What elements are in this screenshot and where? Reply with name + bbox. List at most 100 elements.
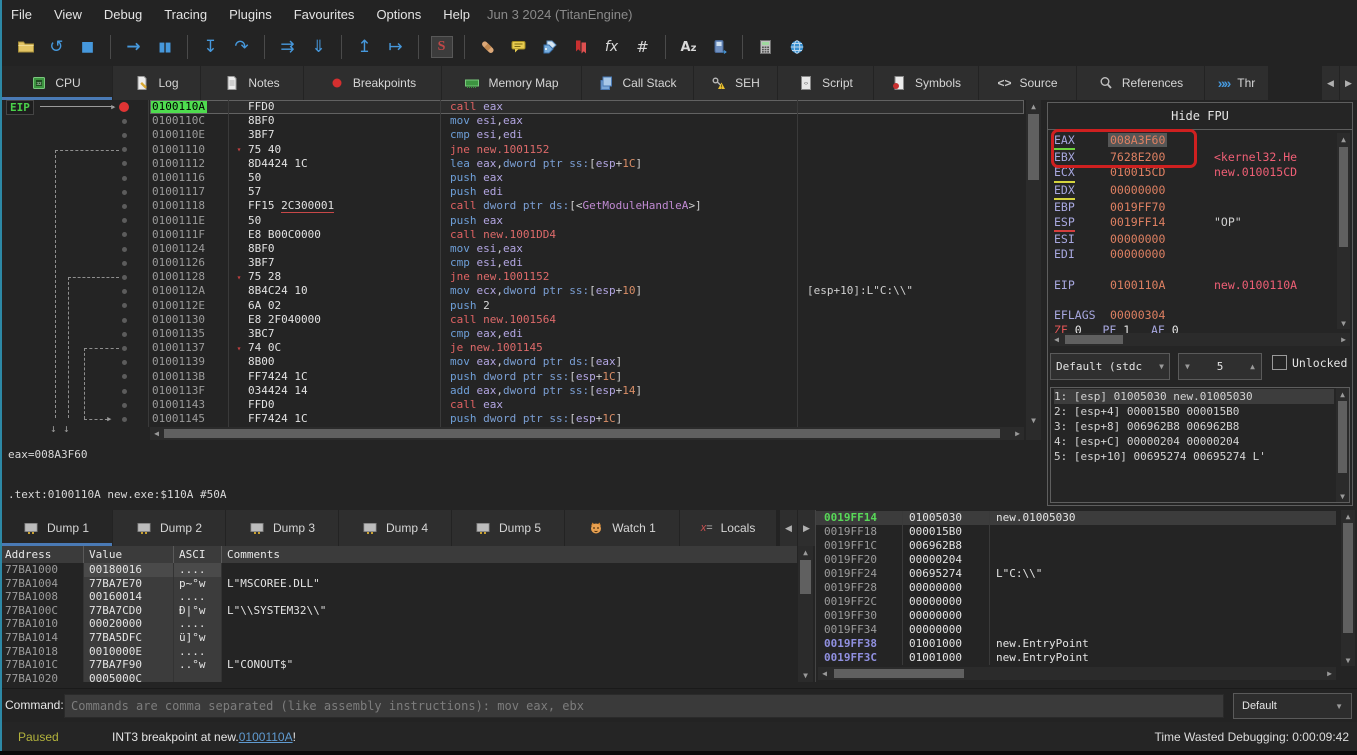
argument-row[interactable]: 4: [esp+C] 00000204 00000204: [1054, 434, 1334, 449]
dump-column-header-asci[interactable]: ASCI: [174, 546, 222, 563]
tab-seh[interactable]: !SEH: [694, 66, 778, 100]
tab-script[interactable]: ‹›Script: [778, 66, 874, 100]
disasm-row[interactable]: 010011128D4424 1Clea eax,dword ptr ss:[e…: [150, 157, 1024, 171]
dump-row[interactable]: 77BA101477BA5DFCü]°w: [0, 631, 797, 645]
text-case-button[interactable]: Az: [673, 33, 704, 61]
scroll-down-icon[interactable]: ▼: [798, 669, 813, 682]
dump-tab-locals[interactable]: x=Locals: [680, 510, 777, 546]
tab-call-stack[interactable]: Call Stack: [582, 66, 694, 100]
stack-row[interactable]: 0019FF3000000000: [816, 609, 1336, 623]
dump-row[interactable]: 77BA100800160014....: [0, 590, 797, 604]
stack-hscrollbar[interactable]: ◀ ▶: [818, 667, 1336, 680]
disassembly-pane[interactable]: EIP ▸▸↓↓ 0100110AFFD0call eax0100110C8BF…: [0, 100, 1042, 440]
patch-button[interactable]: [472, 33, 503, 61]
stack-row[interactable]: 0019FF3400000000: [816, 623, 1336, 637]
scroll-right-icon[interactable]: ▶: [1337, 333, 1350, 346]
disasm-vscrollbar[interactable]: ▲ ▼: [1026, 100, 1041, 440]
scroll-up-icon[interactable]: ▲: [1026, 100, 1041, 113]
stack-row[interactable]: 0019FF18000015B0: [816, 525, 1336, 539]
scroll-left-icon[interactable]: ◀: [150, 427, 163, 440]
scroll-down-icon[interactable]: ▼: [1337, 317, 1350, 329]
arguments-vscrollbar[interactable]: ▲ ▼: [1336, 388, 1349, 502]
tab-source[interactable]: <>Source: [979, 66, 1077, 100]
tab-scroll-left-icon[interactable]: ◀: [1321, 66, 1339, 100]
dump-row[interactable]: 77BA100000180016....: [0, 563, 797, 577]
disasm-row[interactable]: 0100111E50push eax: [150, 214, 1024, 228]
stack-row[interactable]: 0019FF1401005030new.01005030: [816, 511, 1336, 525]
argument-row[interactable]: 3: [esp+8] 006962B8 006962B8: [1054, 419, 1334, 434]
disasm-hscrollbar[interactable]: ◀ ▶: [150, 427, 1024, 440]
dump-tab-dump-5[interactable]: Dump 5: [452, 510, 565, 546]
tab-breakpoints[interactable]: Breakpoints: [304, 66, 442, 100]
registers-vscrollbar[interactable]: ▲ ▼: [1337, 133, 1350, 329]
stack-pane[interactable]: 0019FF1401005030new.010050300019FF180000…: [815, 510, 1357, 682]
scroll-up-icon[interactable]: ▲: [1336, 388, 1349, 400]
hash-button[interactable]: #: [627, 33, 658, 61]
tab-references[interactable]: References: [1077, 66, 1205, 100]
stack-row[interactable]: 0019FF3801001000new.EntryPoint: [816, 637, 1336, 651]
register-row-eip[interactable]: EIP0100110Anew.0100110A: [1054, 278, 1336, 293]
register-row-edi[interactable]: EDI00000000: [1054, 247, 1336, 262]
disasm-row[interactable]: 010011263BF7cmp esi,edi: [150, 256, 1024, 270]
stack-vscrollbar[interactable]: ▲ ▼: [1341, 510, 1355, 666]
stack-row[interactable]: 0019FF2400695274L"C:\\": [816, 567, 1336, 581]
dump-row[interactable]: 77BA100477BA7E70p~°wL"MSCOREE.DLL": [0, 577, 797, 591]
menu-view[interactable]: View: [43, 0, 93, 28]
tab-memory-map[interactable]: Memory Map: [442, 66, 582, 100]
disasm-row[interactable]: 010011248BF0mov esi,eax: [150, 242, 1024, 256]
menu-tracing[interactable]: Tracing: [153, 0, 218, 28]
menu-plugins[interactable]: Plugins: [218, 0, 283, 28]
scroll-up-icon[interactable]: ▲: [1337, 133, 1350, 145]
disasm-row[interactable]: 0100113BFF7424 1Cpush dword ptr ss:[esp+…: [150, 370, 1024, 384]
disasm-row[interactable]: 010011353BC7cmp eax,edi: [150, 327, 1024, 341]
stack-row[interactable]: 0019FF2800000000: [816, 581, 1336, 595]
disasm-row[interactable]: 01001137▾74 0Cje new.1001145: [150, 341, 1024, 355]
dump-row[interactable]: 77BA101C77BA7F90..°wL"CONOUT$": [0, 658, 797, 672]
tab-scroll-right-icon[interactable]: ▶: [1339, 66, 1357, 100]
disasm-row[interactable]: 0100110C8BF0mov esi,eax: [150, 114, 1024, 128]
scroll-down-icon[interactable]: ▼: [1026, 414, 1041, 427]
open-file-button[interactable]: [10, 33, 41, 61]
animate-into-button[interactable]: ⇉: [272, 33, 303, 61]
breakpoint-address-link[interactable]: 0100110A: [239, 730, 293, 744]
argument-row[interactable]: 2: [esp+4] 000015B0 000015B0: [1054, 404, 1334, 419]
registers-hscroll-thumb[interactable]: [1065, 335, 1123, 344]
tab-thr[interactable]: »»Thr: [1205, 66, 1269, 100]
register-row-eflags[interactable]: EFLAGS00000304: [1054, 308, 1336, 323]
dump-column-header-comments[interactable]: Comments: [222, 546, 797, 563]
menu-options[interactable]: Options: [365, 0, 432, 28]
disasm-row[interactable]: 01001110▾75 40jne new.1001152: [150, 143, 1024, 157]
dump-tab-dump-2[interactable]: Dump 2: [113, 510, 226, 546]
scylla-button[interactable]: S: [426, 33, 457, 61]
register-row-edx[interactable]: EDX00000000: [1054, 183, 1336, 200]
dump-row[interactable]: 77BA101000020000....: [0, 617, 797, 631]
hide-fpu-button[interactable]: Hide FPU: [1048, 103, 1352, 130]
scroll-up-icon[interactable]: ▲: [1341, 510, 1355, 522]
dump-tab-dump-1[interactable]: Dump 1: [0, 510, 113, 546]
disasm-row[interactable]: 0100110E3BF7cmp esi,edi: [150, 128, 1024, 142]
disasm-row[interactable]: 01001145FF7424 1Cpush dword ptr ss:[esp+…: [150, 412, 1024, 426]
dump-pane[interactable]: AddressValueASCIComments 77BA10000018001…: [0, 546, 815, 682]
register-row-ebp[interactable]: EBP0019FF70: [1054, 200, 1336, 215]
dump-row[interactable]: 77BA100C77BA7CD0Ð|°wL"\\SYSTEM32\\": [0, 604, 797, 618]
dump-vscrollbar[interactable]: ▲ ▼: [798, 546, 813, 682]
command-input[interactable]: [64, 694, 1224, 718]
dump-vscroll-thumb[interactable]: [800, 560, 811, 594]
dump-tab-dump-4[interactable]: Dump 4: [339, 510, 452, 546]
tab-log[interactable]: Log: [113, 66, 201, 100]
registers-pane[interactable]: Hide FPU EAX008A3F60EBX7628E200<kernel32…: [1047, 102, 1353, 506]
arguments-vscroll-thumb[interactable]: [1338, 401, 1347, 473]
dump-row[interactable]: 77BA10180010000E....: [0, 645, 797, 659]
step-into-button[interactable]: ↧: [195, 33, 226, 61]
disasm-row[interactable]: 0100111FE8 B00C0000call new.1001DD4: [150, 228, 1024, 242]
calling-convention-dropdown[interactable]: Default (stdc ▼: [1050, 353, 1170, 380]
disasm-row[interactable]: 0100110AFFD0call eax: [150, 100, 1024, 114]
stack-row[interactable]: 0019FF3C01001000new.EntryPoint: [816, 651, 1336, 665]
column-divider[interactable]: [440, 100, 441, 427]
stack-row[interactable]: 0019FF1C006962B8: [816, 539, 1336, 553]
memory-device-button[interactable]: [704, 33, 735, 61]
step-over-button[interactable]: ↷: [226, 33, 257, 61]
argument-depth-spinner[interactable]: ▼ 5 ▲: [1178, 353, 1262, 380]
disasm-row[interactable]: 01001128▾75 28jne new.1001152: [150, 270, 1024, 284]
stack-row[interactable]: 0019FF2000000204: [816, 553, 1336, 567]
